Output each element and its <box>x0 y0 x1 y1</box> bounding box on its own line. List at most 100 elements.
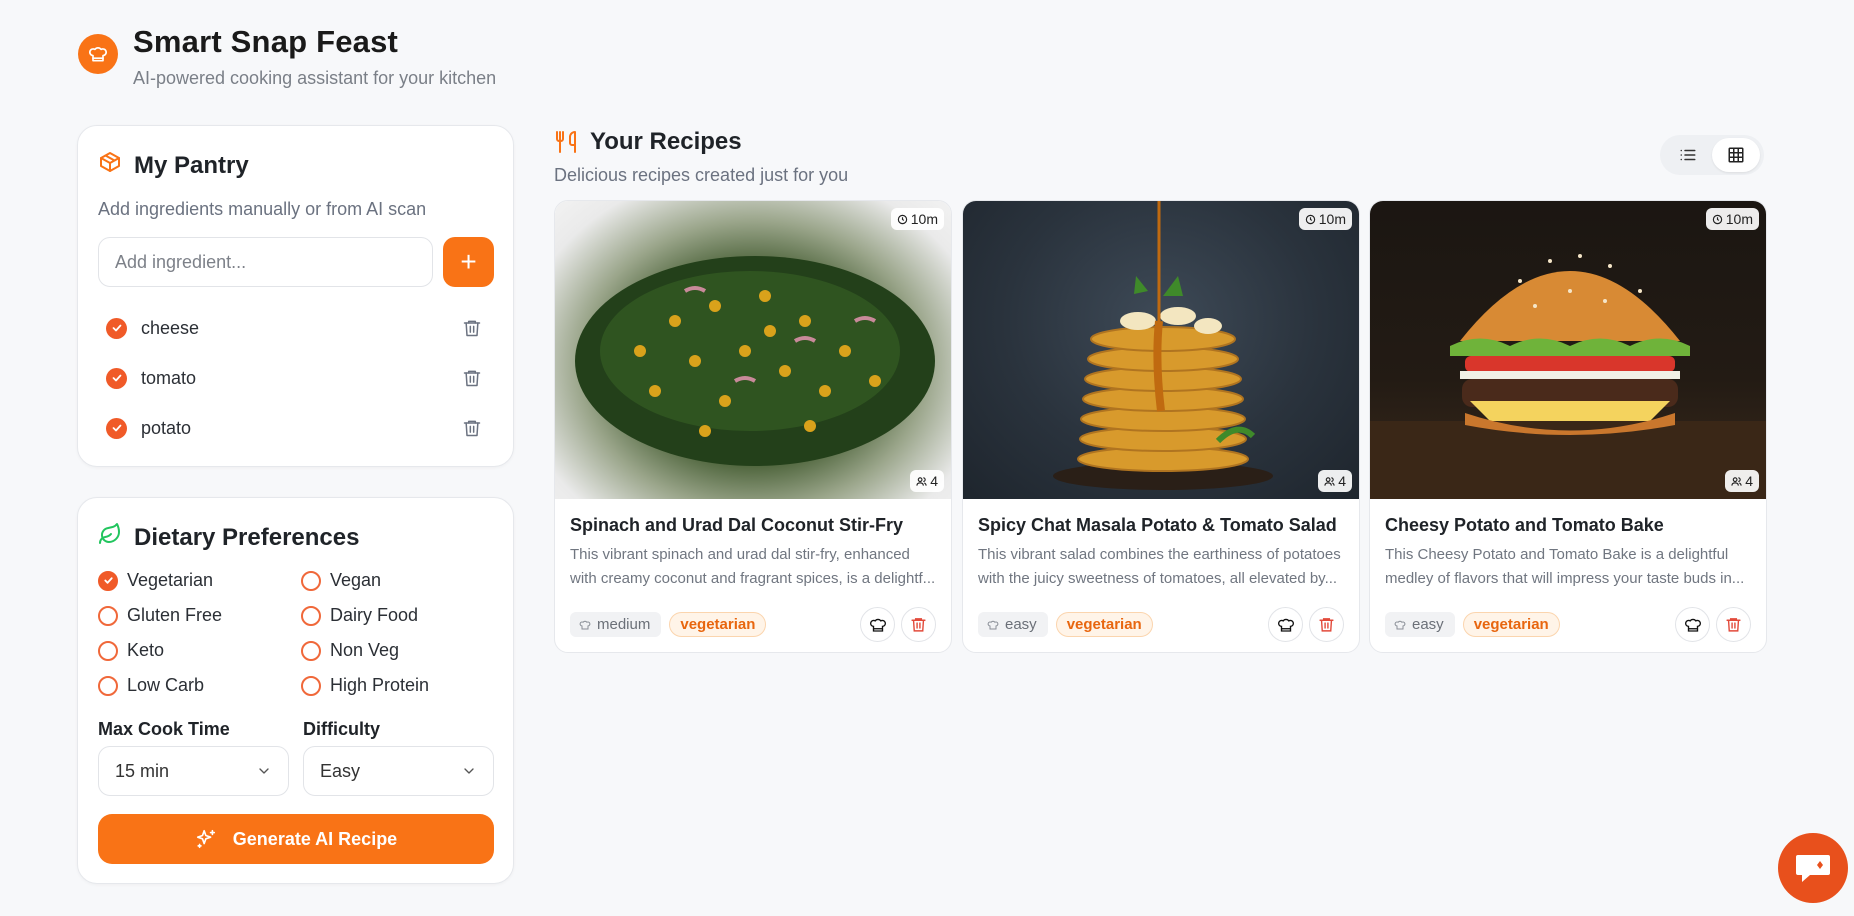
pref-label: Gluten Free <box>127 605 223 625</box>
cook-recipe-button[interactable] <box>1675 607 1710 642</box>
trash-icon <box>1319 618 1334 632</box>
cook-recipe-button[interactable] <box>860 607 895 642</box>
pref-option-vegan[interactable]: Vegan <box>301 569 498 592</box>
checkmark-icon[interactable] <box>106 317 127 339</box>
difficulty-text: medium <box>597 616 651 633</box>
pref-label: Vegan <box>330 570 382 590</box>
pref-option-low-carb[interactable]: Low Carb <box>98 674 301 697</box>
unchecked-circle-icon[interactable] <box>301 605 321 626</box>
recipe-description: This vibrant salad combines the earthine… <box>978 546 1341 587</box>
cook-time-value: 10m <box>1725 211 1753 227</box>
pref-label: Vegetarian <box>127 570 214 590</box>
recipes-subtitle: Delicious recipes created just for you <box>554 165 849 185</box>
unchecked-circle-icon[interactable] <box>98 675 118 696</box>
pref-option-keto[interactable]: Keto <box>98 639 301 662</box>
list-view-button[interactable] <box>1664 138 1712 172</box>
preferences-title-text: Dietary Preferences <box>134 523 360 551</box>
difficulty-select[interactable]: Easy <box>303 746 494 796</box>
chef-hat-icon <box>1684 618 1701 632</box>
ingredient-item: potato <box>106 403 486 453</box>
users-icon <box>1731 476 1742 486</box>
recipe-card[interactable]: 10m 4 Cheesy Potato and Tomato Bake This… <box>1369 200 1767 653</box>
recipes-header: Your Recipes Delicious recipes created j… <box>554 128 848 186</box>
recipe-card[interactable]: 10m 4 Spicy Chat Masala Potato & Tomato … <box>962 200 1360 653</box>
pantry-description: Add ingredients manually or from AI scan <box>98 199 427 219</box>
pref-option-dairy-food[interactable]: Dairy Food <box>301 604 498 627</box>
unchecked-circle-icon[interactable] <box>301 640 321 661</box>
unchecked-circle-icon[interactable] <box>301 570 321 591</box>
chat-assistant-button[interactable] <box>1778 833 1848 903</box>
delete-ingredient-button[interactable] <box>458 364 486 392</box>
delete-recipe-button[interactable] <box>1716 607 1751 642</box>
grid-view-button[interactable] <box>1712 138 1760 172</box>
chevron-down-icon <box>259 768 269 774</box>
pref-label: Non Veg <box>330 640 400 660</box>
recipe-title: Cheesy Potato and Tomato Bake <box>1385 515 1664 535</box>
delete-ingredient-button[interactable] <box>458 414 486 442</box>
generate-ai-recipe-button[interactable]: Generate AI Recipe <box>98 814 494 864</box>
chef-hat-icon <box>987 620 999 629</box>
trash-icon <box>911 618 926 632</box>
cook-time-badge: 10m <box>1705 208 1759 230</box>
chef-hat-icon <box>869 618 886 632</box>
servings-value: 4 <box>1745 473 1753 489</box>
app-header: Smart Snap Feast AI-powered cooking assi… <box>78 26 496 89</box>
recipe-card[interactable]: 10m 4 Spinach and Urad Dal Coconut Stir-… <box>554 200 952 653</box>
pancake-stack-illustration <box>1053 201 1273 490</box>
sparkles-icon <box>196 829 215 849</box>
difficulty-tag: easy <box>978 612 1048 637</box>
cook-time-value: 10m <box>910 211 938 227</box>
max-cook-time-label: Max Cook Time <box>98 719 230 739</box>
checkmark-icon[interactable] <box>106 367 127 389</box>
pref-option-high-protein[interactable]: High Protein <box>301 674 498 697</box>
diet-tag: vegetarian <box>669 612 767 637</box>
chevron-down-icon <box>464 768 474 774</box>
max-cook-time-value: 15 min <box>115 760 170 781</box>
preferences-title: Dietary Preferences <box>98 522 359 553</box>
clock-icon <box>1712 214 1722 224</box>
pantry-card: My Pantry Add ingredients manually or fr… <box>77 125 514 467</box>
ingredient-item: cheese <box>106 303 486 353</box>
unchecked-circle-icon[interactable] <box>98 640 118 661</box>
recipe-image: 10m 4 <box>1370 201 1766 499</box>
add-ingredient-input[interactable] <box>98 237 433 287</box>
max-cook-time-group: Max Cook Time 15 min <box>98 719 289 796</box>
cook-time-value: 10m <box>1318 211 1346 227</box>
ingredient-item: tomato <box>106 353 486 403</box>
pref-label: Dairy Food <box>330 605 419 625</box>
list-icon <box>1680 149 1696 161</box>
servings-badge: 4 <box>1318 470 1352 492</box>
difficulty-value: Easy <box>320 760 361 781</box>
checkmark-icon[interactable] <box>106 417 127 439</box>
stir-fry-illustration <box>575 256 935 466</box>
delete-ingredient-button[interactable] <box>458 314 486 342</box>
trash-icon <box>463 420 481 437</box>
pref-option-gluten-free[interactable]: Gluten Free <box>98 604 301 627</box>
delete-recipe-button[interactable] <box>901 607 936 642</box>
difficulty-tag: easy <box>1385 612 1455 637</box>
checked-circle-icon[interactable] <box>98 570 118 591</box>
pref-option-vegetarian[interactable]: Vegetarian <box>98 569 301 592</box>
max-cook-time-select[interactable]: 15 min <box>98 746 289 796</box>
unchecked-circle-icon[interactable] <box>301 675 321 696</box>
recipe-description: This vibrant spinach and urad dal stir-f… <box>570 546 936 587</box>
delete-recipe-button[interactable] <box>1309 607 1344 642</box>
add-ingredient-button[interactable]: + <box>443 237 494 287</box>
difficulty-tag: medium <box>570 612 662 637</box>
difficulty-text: easy <box>1412 616 1444 633</box>
chat-bubble-icon <box>1796 855 1830 882</box>
ingredient-name: potato <box>141 417 192 438</box>
recipe-image: 10m 4 <box>555 201 951 499</box>
trash-icon <box>463 370 481 387</box>
app-subtitle: AI-powered cooking assistant for your ki… <box>133 68 497 88</box>
cook-time-badge: 10m <box>890 208 944 230</box>
pref-option-non-veg[interactable]: Non Veg <box>301 639 498 662</box>
recipe-image: 10m 4 <box>963 201 1359 499</box>
trash-icon <box>463 320 481 337</box>
servings-value: 4 <box>930 473 938 489</box>
pref-label: Keto <box>127 640 165 660</box>
unchecked-circle-icon[interactable] <box>98 605 118 626</box>
cook-recipe-button[interactable] <box>1268 607 1303 642</box>
users-icon <box>916 476 927 486</box>
recipe-title: Spicy Chat Masala Potato & Tomato Salad <box>978 515 1337 535</box>
